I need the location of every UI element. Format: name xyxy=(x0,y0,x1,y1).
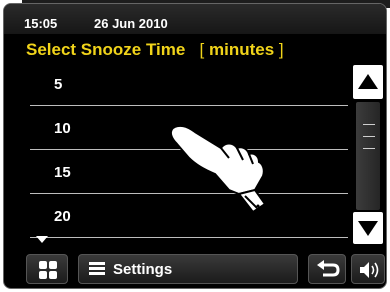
list-item-label: 10 xyxy=(54,120,71,137)
up-arrow-icon xyxy=(358,74,378,89)
grip-line xyxy=(363,148,375,149)
list-item-label: 15 xyxy=(54,164,71,181)
home-grid-icon xyxy=(39,261,57,279)
speaker-icon xyxy=(360,262,379,278)
title-bar: Select Snooze Time [ minutes ] xyxy=(4,40,386,62)
more-below-arrow-icon xyxy=(36,236,48,243)
pointing-hand-icon xyxy=(169,124,267,214)
bracket-close: ] xyxy=(274,40,284,59)
page-title: Select Snooze Time [ minutes ] xyxy=(26,40,284,60)
radio-screen: 15:05 26 Jun 2010 Select Snooze Time [ m… xyxy=(3,3,387,289)
scroll-up-button[interactable] xyxy=(353,65,383,99)
page-title-unit: minutes xyxy=(209,40,275,59)
list-item[interactable]: 5 xyxy=(30,62,348,106)
divider xyxy=(30,237,348,238)
volume-button[interactable] xyxy=(351,254,385,284)
list-item-label: 20 xyxy=(54,208,71,225)
grip-line xyxy=(363,124,375,125)
down-arrow-icon xyxy=(358,221,378,236)
back-arrow-icon xyxy=(317,260,340,277)
grip-line xyxy=(363,136,375,137)
settings-button[interactable]: Settings xyxy=(78,254,298,284)
status-bar: 15:05 26 Jun 2010 xyxy=(4,4,386,34)
bottom-toolbar: Settings xyxy=(4,248,386,288)
home-button[interactable] xyxy=(26,254,68,284)
list-item-label: 5 xyxy=(54,76,63,93)
scroll-down-button[interactable] xyxy=(353,212,383,244)
device-frame: 15:05 26 Jun 2010 Select Snooze Time [ m… xyxy=(0,0,390,292)
back-button[interactable] xyxy=(308,254,346,284)
bracket-open: [ xyxy=(190,40,209,59)
status-date: 26 Jun 2010 xyxy=(94,16,168,31)
status-time: 15:05 xyxy=(24,16,58,31)
scrollbar-thumb[interactable] xyxy=(356,102,380,210)
menu-icon xyxy=(89,262,105,276)
settings-label: Settings xyxy=(113,261,173,278)
page-title-text: Select Snooze Time xyxy=(26,40,186,59)
